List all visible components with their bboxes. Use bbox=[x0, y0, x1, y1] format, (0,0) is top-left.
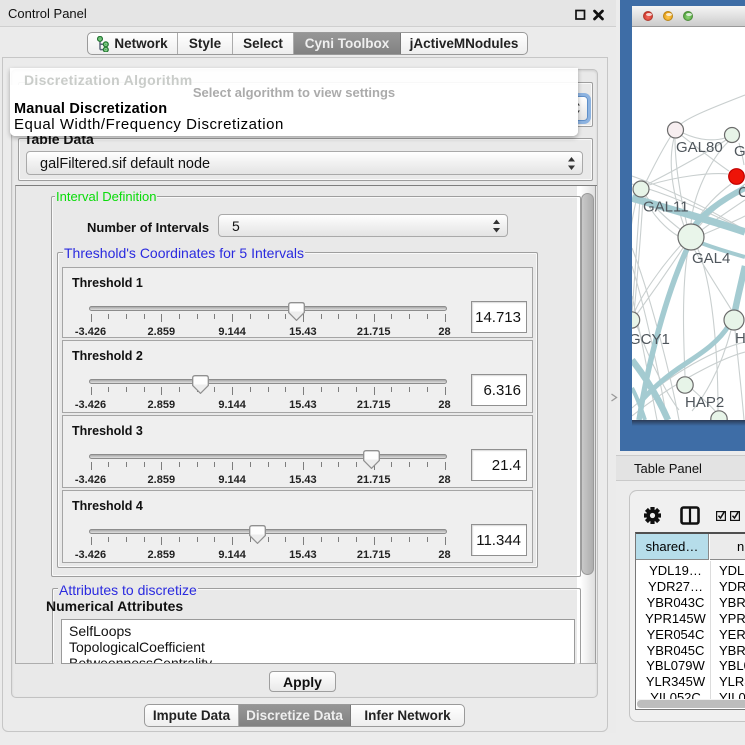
svg-text:GAL11: GAL11 bbox=[643, 199, 689, 216]
svg-text:GAL80: GAL80 bbox=[676, 139, 723, 156]
svg-text:HAP2: HAP2 bbox=[685, 394, 724, 411]
svg-text:G: G bbox=[734, 143, 745, 160]
svg-text:GCY1: GCY1 bbox=[632, 331, 670, 348]
svg-text:GAL4: GAL4 bbox=[692, 250, 730, 267]
svg-text:H: H bbox=[735, 330, 745, 347]
svg-text:C: C bbox=[738, 184, 745, 201]
